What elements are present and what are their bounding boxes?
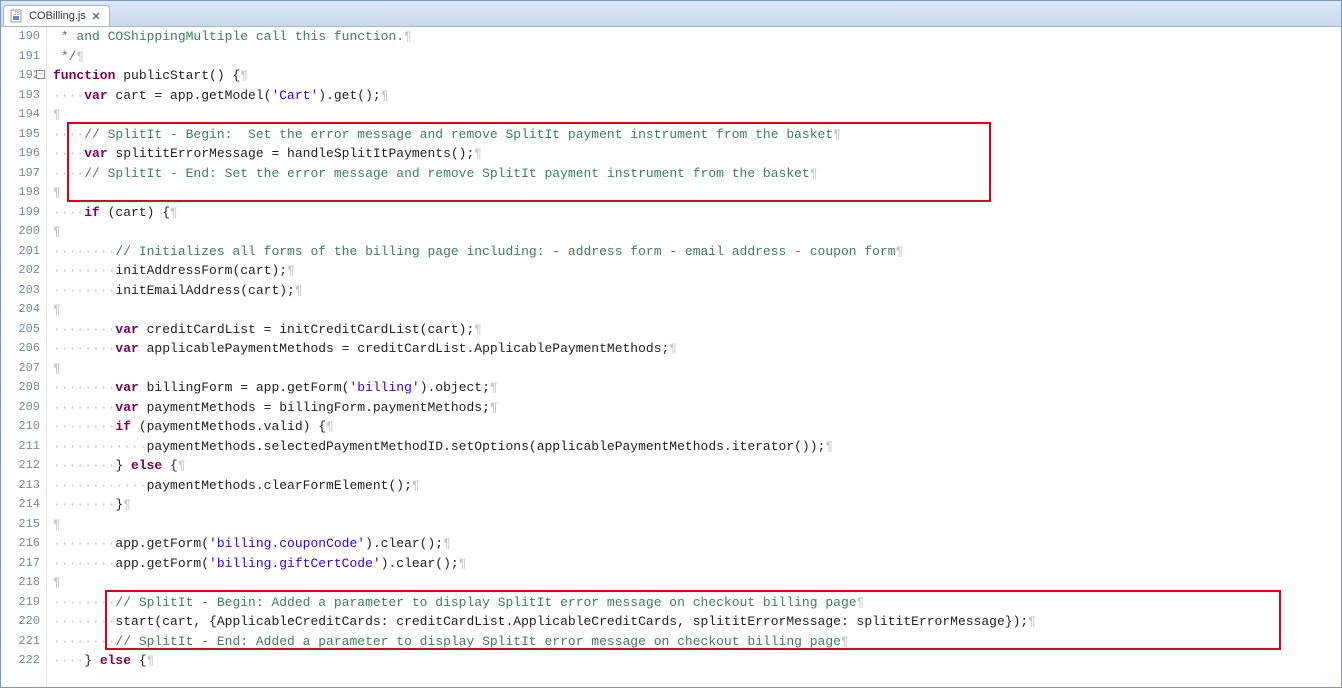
line-number: 204: [1, 300, 40, 320]
line-number: 198: [1, 183, 40, 203]
line-number: 205: [1, 320, 40, 340]
line-number: 220: [1, 612, 40, 632]
code-line[interactable]: ········} else {¶: [53, 456, 1341, 476]
code-line[interactable]: ············paymentMethods.clearFormElem…: [53, 476, 1341, 496]
tab-bar: JS COBilling.js: [1, 1, 1341, 27]
code-line[interactable]: ····var cart = app.getModel('Cart').get(…: [53, 86, 1341, 106]
code-line[interactable]: ¶: [53, 515, 1341, 535]
code-line[interactable]: * and COShippingMultiple call this funct…: [53, 27, 1341, 47]
code-editor[interactable]: 190191192−193194195196197198199200201202…: [1, 27, 1341, 687]
line-number: 201: [1, 242, 40, 262]
line-number: 197: [1, 164, 40, 184]
code-line[interactable]: ¶: [53, 222, 1341, 242]
code-area[interactable]: * and COShippingMultiple call this funct…: [47, 27, 1341, 687]
code-line[interactable]: ¶: [53, 573, 1341, 593]
line-number: 191: [1, 47, 40, 67]
code-line[interactable]: ¶: [53, 359, 1341, 379]
line-number: 203: [1, 281, 40, 301]
line-number: 219: [1, 593, 40, 613]
code-line[interactable]: ········initAddressForm(cart);¶: [53, 261, 1341, 281]
code-line[interactable]: ····// SplitIt - End: Set the error mess…: [53, 164, 1341, 184]
line-number: 221: [1, 632, 40, 652]
code-line[interactable]: ········// Initializes all forms of the …: [53, 242, 1341, 262]
line-number: 194: [1, 105, 40, 125]
code-line[interactable]: ········app.getForm('billing.giftCertCod…: [53, 554, 1341, 574]
line-number: 199: [1, 203, 40, 223]
line-number: 200: [1, 222, 40, 242]
line-number: 212: [1, 456, 40, 476]
line-number: 215: [1, 515, 40, 535]
line-number: 190: [1, 27, 40, 47]
code-line[interactable]: ········var billingForm = app.getForm('b…: [53, 378, 1341, 398]
editor-tab-cobilling[interactable]: JS COBilling.js: [3, 5, 110, 26]
code-line[interactable]: ····// SplitIt - Begin: Set the error me…: [53, 125, 1341, 145]
code-line[interactable]: ········initEmailAddress(cart);¶: [53, 281, 1341, 301]
code-line[interactable]: ¶: [53, 300, 1341, 320]
code-line[interactable]: ········app.getForm('billing.couponCode'…: [53, 534, 1341, 554]
code-line[interactable]: ········start(cart, {ApplicableCreditCar…: [53, 612, 1341, 632]
code-line[interactable]: ············paymentMethods.selectedPayme…: [53, 437, 1341, 457]
close-icon[interactable]: [91, 11, 101, 21]
code-line[interactable]: ····var splititErrorMessage = handleSpli…: [53, 144, 1341, 164]
line-number: 195: [1, 125, 40, 145]
line-number: 202: [1, 261, 40, 281]
svg-text:JS: JS: [14, 11, 21, 17]
line-number: 218: [1, 573, 40, 593]
code-line[interactable]: ········var creditCardList = initCreditC…: [53, 320, 1341, 340]
line-number: 206: [1, 339, 40, 359]
line-number-gutter: 190191192−193194195196197198199200201202…: [1, 27, 47, 687]
code-line[interactable]: ····if (cart) {¶: [53, 203, 1341, 223]
line-number: 192−: [1, 66, 40, 86]
line-number: 196: [1, 144, 40, 164]
code-line[interactable]: function publicStart() {¶: [53, 66, 1341, 86]
line-number: 214: [1, 495, 40, 515]
line-number: 211: [1, 437, 40, 457]
line-number: 222: [1, 651, 40, 671]
code-line[interactable]: ········var paymentMethods = billingForm…: [53, 398, 1341, 418]
code-line[interactable]: ····} else {¶: [53, 651, 1341, 671]
code-line[interactable]: ········// SplitIt - Begin: Added a para…: [53, 593, 1341, 613]
code-line[interactable]: ········// SplitIt - End: Added a parame…: [53, 632, 1341, 652]
code-line[interactable]: ········}¶: [53, 495, 1341, 515]
js-file-icon: JS: [10, 9, 24, 23]
code-line[interactable]: ········var applicablePaymentMethods = c…: [53, 339, 1341, 359]
code-line[interactable]: */¶: [53, 47, 1341, 67]
code-line[interactable]: ¶: [53, 183, 1341, 203]
line-number: 209: [1, 398, 40, 418]
line-number: 193: [1, 86, 40, 106]
code-line[interactable]: ········if (paymentMethods.valid) {¶: [53, 417, 1341, 437]
line-number: 217: [1, 554, 40, 574]
line-number: 210: [1, 417, 40, 437]
tab-filename: COBilling.js: [29, 10, 86, 22]
line-number: 208: [1, 378, 40, 398]
code-line[interactable]: ¶: [53, 105, 1341, 125]
fold-toggle[interactable]: −: [36, 70, 45, 79]
line-number: 213: [1, 476, 40, 496]
line-number: 216: [1, 534, 40, 554]
line-number: 207: [1, 359, 40, 379]
